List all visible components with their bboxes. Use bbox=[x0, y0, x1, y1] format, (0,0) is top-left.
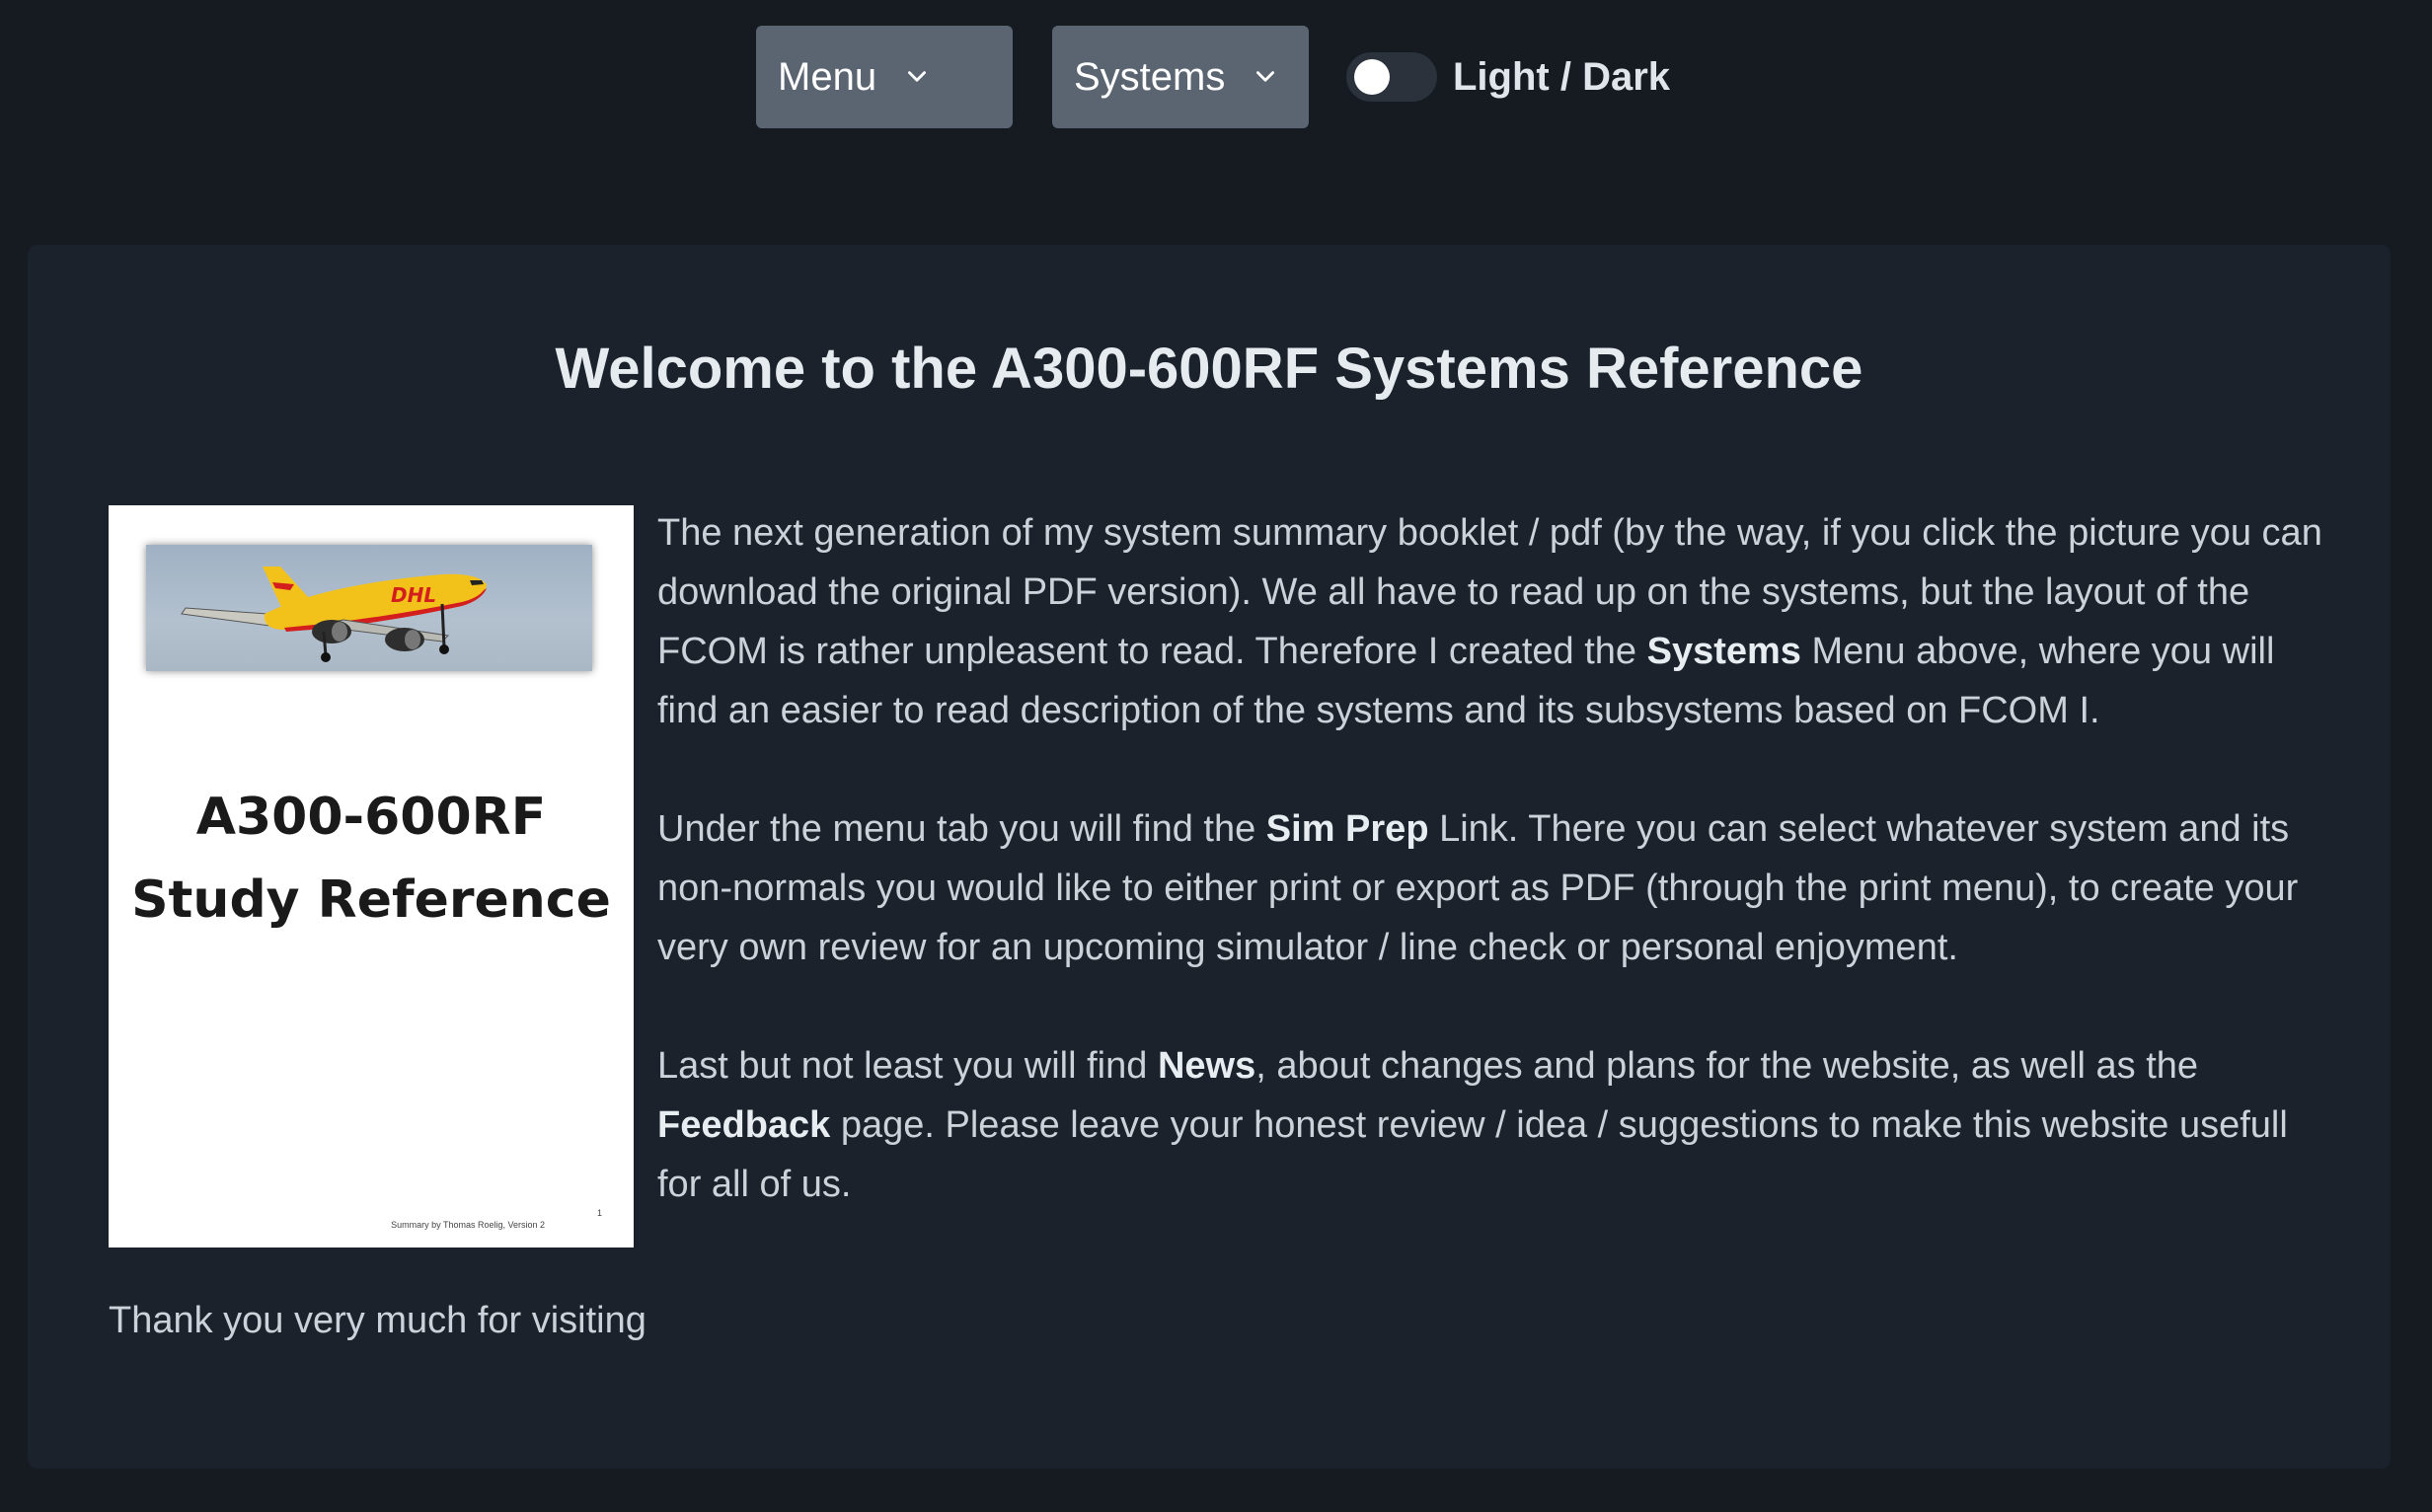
page-title: Welcome to the A300-600RF Systems Refere… bbox=[555, 337, 1863, 401]
news-emphasis: News bbox=[1157, 1045, 1256, 1087]
intro-paragraph-2: Under the menu tab you will find the Sim… bbox=[657, 808, 2299, 968]
cover-title-line1: A300-600RF bbox=[195, 788, 547, 847]
chevron-down-icon bbox=[908, 71, 927, 82]
intro-paragraph-3: Last but not least you will find News, a… bbox=[657, 1045, 2288, 1205]
cover-title-line2: Study Reference bbox=[131, 870, 611, 930]
chevron-down-icon bbox=[1256, 71, 1275, 82]
theme-toggle-group: Light / Dark bbox=[1346, 26, 1670, 128]
intro-text: The next generation of my system summary… bbox=[657, 503, 2335, 1273]
systems-emphasis: Systems bbox=[1646, 631, 1801, 672]
toggle-knob bbox=[1354, 59, 1390, 95]
cover-page-number: 1 bbox=[596, 1208, 602, 1218]
thank-you-text: Thank you very much for visiting bbox=[109, 1300, 646, 1341]
airplane-image: DHL bbox=[181, 567, 487, 662]
aircraft-photo: DHL bbox=[146, 545, 592, 671]
booklet-cover-download-link[interactable]: DHL A300-600RF Study Reference 1 Summary… bbox=[109, 505, 634, 1247]
menu-dropdown-label: Menu bbox=[778, 54, 877, 99]
systems-dropdown-label: Systems bbox=[1074, 54, 1226, 99]
systems-dropdown-button[interactable]: Systems bbox=[1052, 26, 1309, 128]
theme-toggle-switch[interactable] bbox=[1346, 52, 1437, 102]
sim-prep-emphasis: Sim Prep bbox=[1265, 808, 1429, 850]
menu-dropdown-button[interactable]: Menu bbox=[756, 26, 1013, 128]
top-nav: Menu Systems Light / Dark bbox=[0, 26, 2432, 128]
cover-footer: Summary by Thomas Roelig, Version 2 bbox=[391, 1220, 545, 1230]
main-card: Welcome to the A300-600RF Systems Refere… bbox=[28, 245, 2391, 1469]
feedback-emphasis: Feedback bbox=[657, 1104, 831, 1146]
theme-toggle-label: Light / Dark bbox=[1453, 54, 1671, 99]
intro-paragraph-1: The next generation of my system summary… bbox=[657, 512, 2322, 731]
svg-text:DHL: DHL bbox=[391, 583, 436, 607]
